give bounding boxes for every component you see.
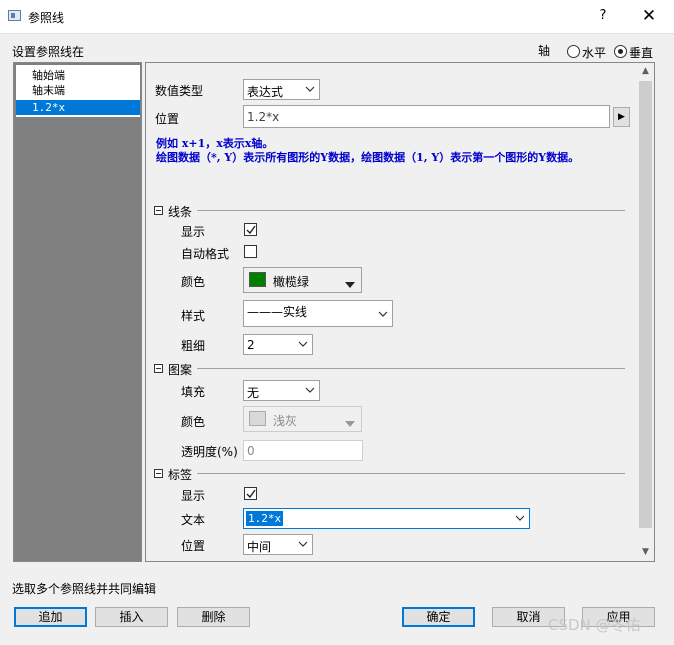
collapse-label-section-icon[interactable] [154,469,163,478]
title-separator [0,33,674,34]
transparency-value: 0 [247,444,255,458]
example-help-text: 例如 x+1，x表示x轴。 绘图数据（*, Y）表示所有图形的Y数据，绘图数据（… [156,137,626,165]
help-button[interactable]: ? [592,6,614,26]
radio-horizontal-label[interactable]: 水平 [582,44,606,61]
chevron-down-icon [305,84,315,94]
reference-line-list[interactable]: 轴始端 轴末端 1.2*x [13,62,142,562]
scroll-down-arrow-icon[interactable]: ▼ [637,544,654,561]
expand-arrow-button[interactable]: ▶ [613,107,630,127]
delete-button[interactable]: 删除 [177,607,250,627]
list-items-area: 轴始端 轴末端 1.2*x [16,65,140,117]
chevron-down-icon [305,385,315,395]
position-input-value: 1.2*x [247,110,280,124]
radio-vertical[interactable] [614,45,627,58]
chevron-down-icon [378,309,388,319]
list-item-axis-end[interactable]: 轴末端 [16,83,140,98]
line-section-title: 线条 [168,205,193,219]
line-width-select[interactable]: 2 [243,334,313,355]
chevron-down-icon [515,513,525,523]
add-button[interactable]: 追加 [14,607,87,627]
position-label: 位置 [155,112,180,126]
pattern-color-select: 浅灰 [243,406,362,432]
axis-label: 轴 [538,44,551,58]
label-position-value: 中间 [247,540,272,554]
line-show-checkbox[interactable] [244,223,257,236]
line-section-divider [197,210,625,211]
dropdown-triangle-icon [345,277,355,291]
pattern-color-label: 颜色 [181,415,206,429]
label-section-title: 标签 [168,468,193,482]
pattern-section-divider [197,368,625,369]
collapse-pattern-section-icon[interactable] [154,364,163,373]
insert-button[interactable]: 插入 [95,607,168,627]
collapse-line-section-icon[interactable] [154,206,163,215]
multi-edit-hint: 选取多个参照线并共同编辑 [12,582,157,596]
label-text-combo[interactable]: 1.2*x [243,508,530,529]
checkmark-icon [246,225,256,235]
example-line-1: 例如 x+1，x表示x轴。 [156,137,274,150]
radio-horizontal[interactable] [567,45,580,58]
radio-vertical-label[interactable]: 垂直 [629,44,653,61]
chevron-down-icon [298,339,308,349]
color-swatch-olive [249,272,266,287]
line-color-value: 橄榄绿 [273,275,310,289]
value-type-label: 数值类型 [155,84,204,98]
dropdown-triangle-icon [345,416,355,430]
transparency-label: 透明度(%) [181,445,238,459]
scroll-up-arrow-icon[interactable]: ▲ [637,63,654,80]
fill-label: 填充 [181,385,206,399]
close-button[interactable]: ✕ [636,5,662,27]
label-show-label: 显示 [181,489,206,503]
transparency-input: 0 [243,440,363,461]
fill-select[interactable]: 无 [243,380,320,401]
chevron-down-icon [298,539,308,549]
app-icon [8,10,21,21]
line-style-label: 样式 [181,309,206,323]
color-swatch-lightgray [249,411,266,426]
line-style-select[interactable]: ———实线 [243,300,393,327]
line-width-label: 粗细 [181,339,206,353]
pattern-section-title: 图案 [168,363,193,377]
value-type-value: 表达式 [247,85,284,99]
ok-button[interactable]: 确定 [402,607,475,627]
line-color-select[interactable]: 橄榄绿 [243,267,362,293]
fill-value: 无 [247,386,260,400]
position-input[interactable]: 1.2*x [243,105,610,128]
value-type-select[interactable]: 表达式 [243,79,320,100]
list-item-axis-start[interactable]: 轴始端 [16,68,140,83]
list-item-expression[interactable]: 1.2*x [16,100,140,115]
label-text-value: 1.2*x [246,511,284,526]
line-style-value: ———实线 [247,305,308,319]
title-bar [0,0,674,33]
label-position-label: 位置 [181,539,206,553]
label-position-select[interactable]: 中间 [243,534,313,555]
auto-format-checkbox[interactable] [244,245,257,258]
line-show-label: 显示 [181,225,206,239]
line-width-value: 2 [247,338,255,352]
checkmark-icon [246,489,256,499]
set-reference-label: 设置参照线在 [12,45,85,59]
example-line-2: 绘图数据（*, Y）表示所有图形的Y数据，绘图数据（1, Y）表示第一个图形的Y… [156,151,580,164]
watermark: CSDN @冬佑 [548,616,641,634]
pattern-color-value: 浅灰 [273,414,298,428]
label-text-label: 文本 [181,513,206,527]
window-title: 参照线 [28,11,65,25]
label-show-checkbox[interactable] [244,487,257,500]
scrollbar-thumb[interactable] [639,81,652,528]
auto-format-label: 自动格式 [181,247,230,261]
line-color-label: 颜色 [181,275,206,289]
label-section-divider [197,473,625,474]
